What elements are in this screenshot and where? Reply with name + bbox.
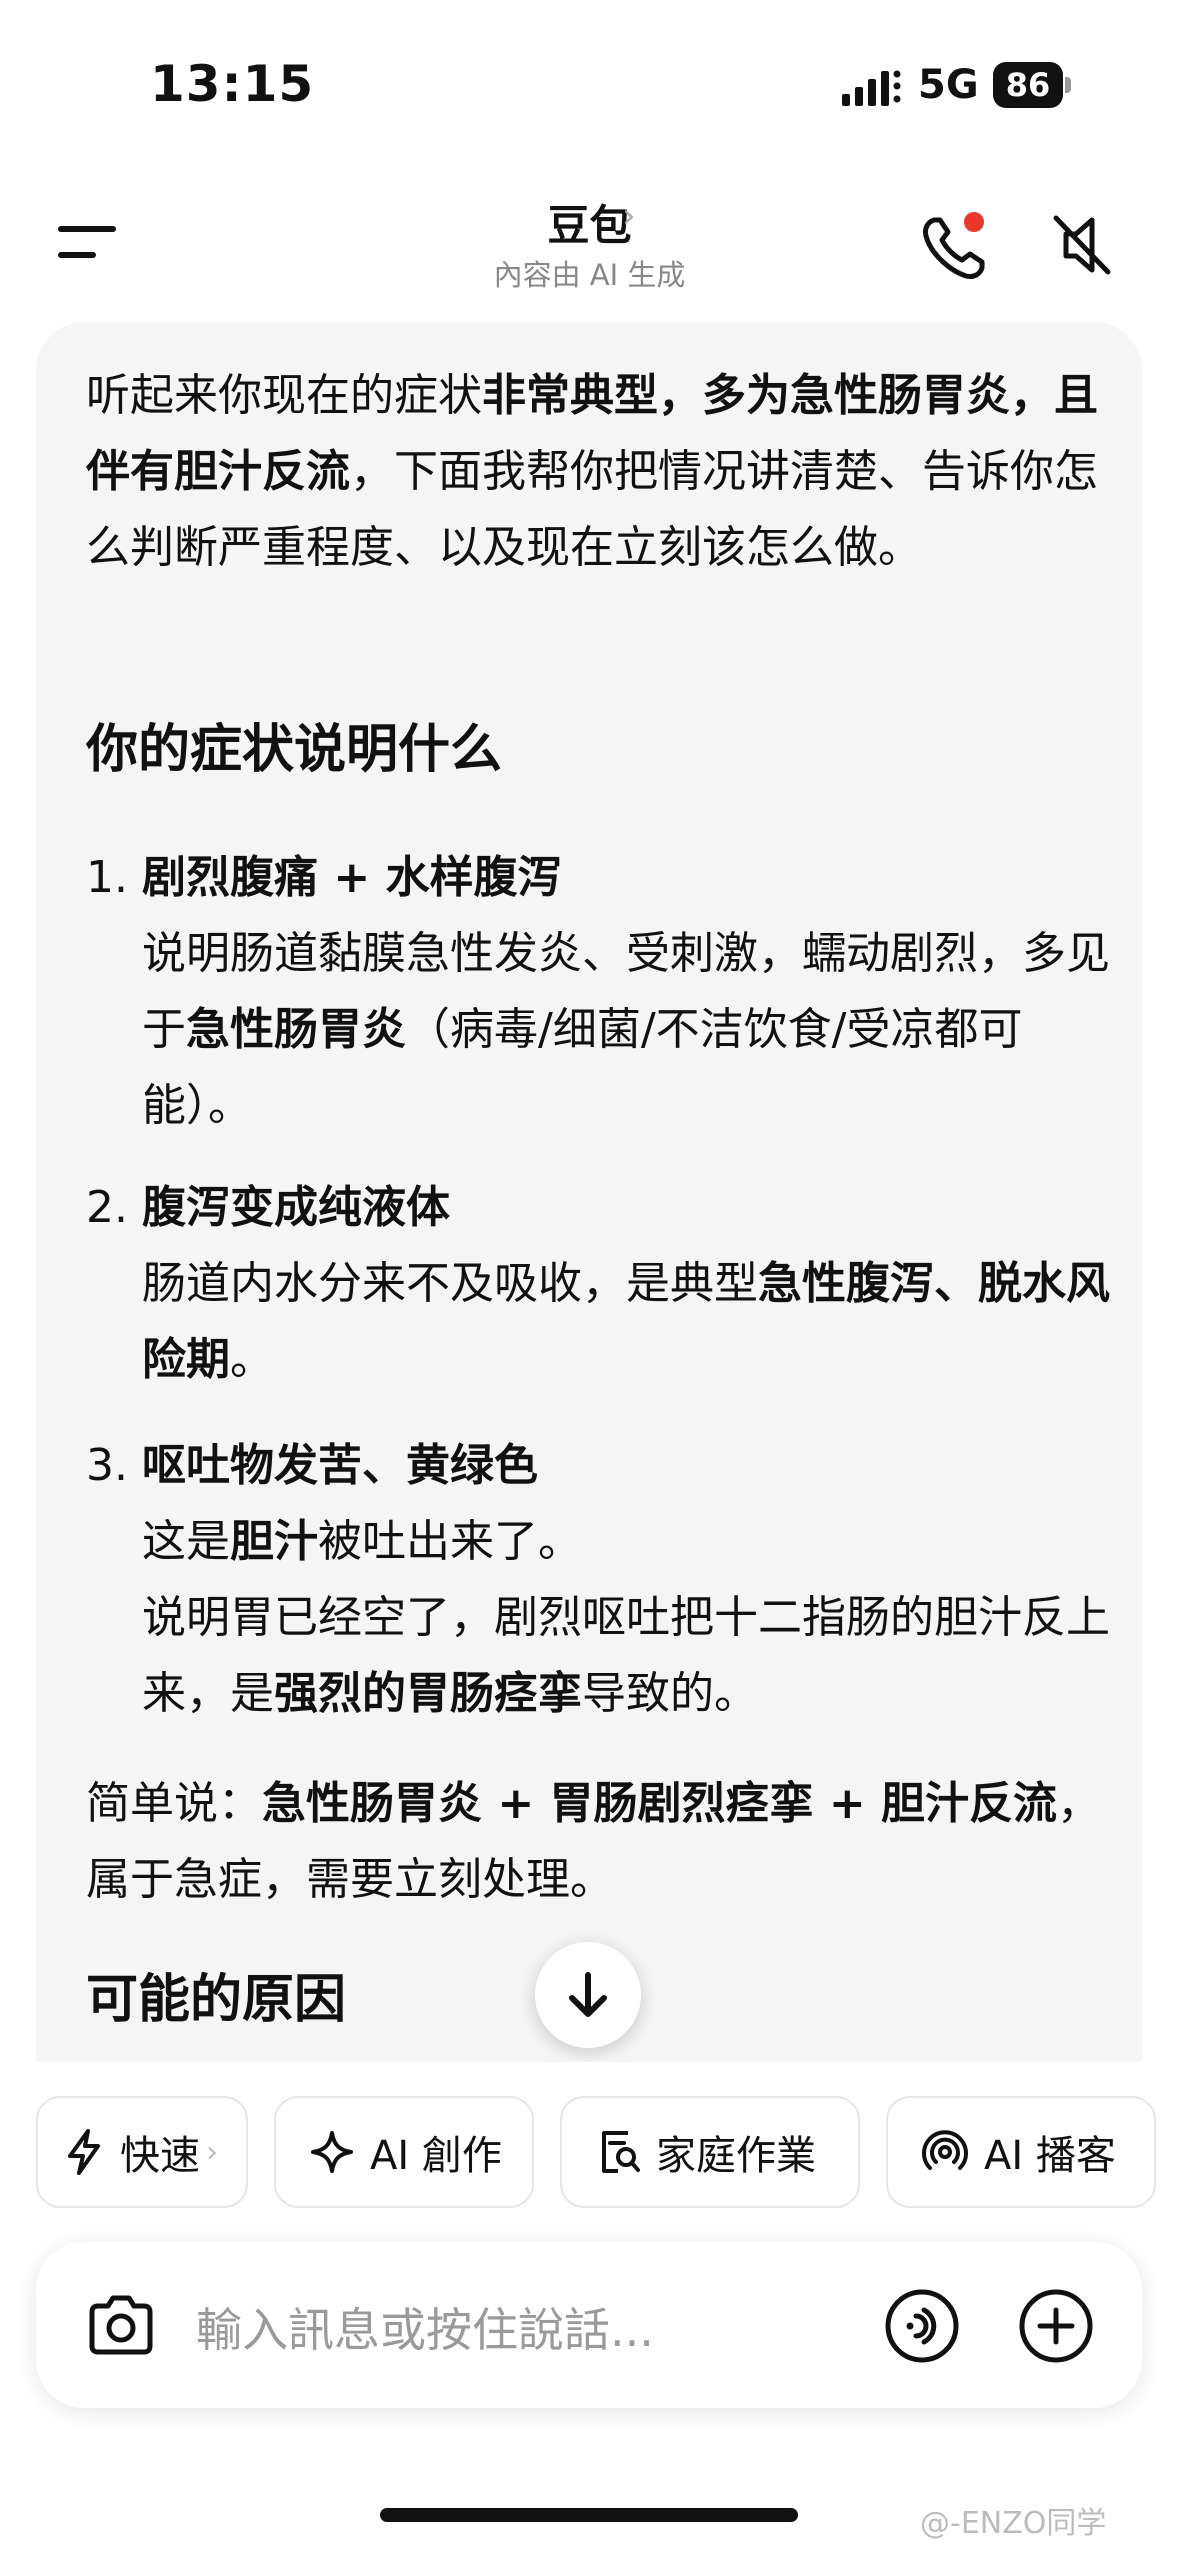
list-number: 3.	[86, 1440, 128, 1491]
list-item: 腹泻变成纯液体 肠道内水分来不及吸收，是典型急性腹泻、脱水风险期。	[142, 1170, 1132, 1398]
status-bar: 13:15 5G 86	[0, 0, 1179, 170]
arrow-down-icon	[569, 1972, 607, 2017]
chip-label: AI 播客	[984, 2133, 1116, 2179]
phone-call-icon[interactable]	[920, 210, 990, 282]
network-type: 5G	[918, 62, 979, 108]
message-input-bar[interactable]: 輸入訊息或按住說話...	[36, 2242, 1142, 2408]
chip-label: 快速	[120, 2133, 200, 2179]
chip-quick-mode[interactable]: 快速 ›	[36, 2096, 248, 2208]
scroll-to-bottom-button[interactable]	[535, 1942, 641, 2048]
list-item-text: 肠道内水分来不及吸收，是典型	[142, 1258, 758, 1309]
message-intro: 听起来你现在的症状非常典型，多为急性肠胃炎，且伴有胆汁反流，下面我帮你把情况讲清…	[86, 358, 1106, 586]
battery-level: 86	[993, 62, 1063, 108]
chat-header: 豆包 › 內容由 AI 生成	[0, 170, 1179, 320]
composer-area: 快速 › AI 創作 家庭作業 AI 播客 輸入訊息或按住說話...	[0, 2062, 1179, 2556]
voice-input-icon[interactable]	[882, 2286, 962, 2366]
watermark: @-ENZO同学	[920, 2506, 1107, 2541]
list-item-text: 导致的。	[582, 1668, 758, 1719]
chip-label: 家庭作業	[656, 2133, 816, 2179]
list-item-bold: 胆汁	[230, 1516, 318, 1567]
battery-icon: 86	[993, 62, 1071, 108]
list-item: 呕吐物发苦、黄绿色 这是胆汁被吐出来了。 说明胃已经空了，剧烈呕吐把十二指肠的胆…	[142, 1428, 1132, 1732]
sparkle-icon	[311, 2131, 353, 2173]
chip-label: AI 創作	[370, 2133, 502, 2179]
list-number: 2.	[86, 1182, 128, 1233]
list-item-bold: 强烈的胃肠痉挛	[274, 1668, 582, 1719]
message-summary: 简单说：急性肠胃炎 + 胃肠剧烈痉挛 + 胆汁反流，属于急症，需要立刻处理。	[86, 1766, 1106, 1918]
title-chevron-icon[interactable]: ›	[622, 196, 636, 236]
list-item-text: 这是	[142, 1516, 230, 1567]
message-input[interactable]: 輸入訊息或按住說話...	[196, 2294, 654, 2360]
podcast-icon	[922, 2130, 968, 2170]
intro-text: 听起来你现在的症状	[86, 370, 482, 421]
list-number: 1.	[86, 852, 128, 903]
camera-icon[interactable]	[84, 2288, 158, 2362]
list-item-title: 腹泻变成纯液体	[142, 1182, 450, 1233]
chat-title-wrap[interactable]: 豆包	[0, 192, 1179, 253]
assistant-message: 听起来你现在的症状非常典型，多为急性肠胃炎，且伴有胆汁反流，下面我帮你把情况讲清…	[36, 322, 1142, 2062]
section-title-symptoms: 你的症状说明什么	[86, 720, 503, 780]
list-item-text: 。	[230, 1334, 274, 1385]
list-item-title: 呕吐物发苦、黄绿色	[142, 1440, 538, 1491]
list-item-title: 剧烈腹痛 + 水样腹泻	[142, 852, 562, 903]
homework-icon	[602, 2131, 640, 2173]
battery-cap	[1065, 77, 1071, 93]
plus-icon[interactable]	[1016, 2286, 1096, 2366]
summary-bold: 急性肠胃炎 + 胃肠剧烈痉挛 + 胆汁反流	[262, 1778, 1058, 1829]
home-indicator[interactable]	[380, 2508, 798, 2522]
chat-title[interactable]: 豆包	[547, 201, 631, 250]
quick-actions: 快速 › AI 創作 家庭作業 AI 播客	[36, 2096, 1179, 2208]
summary-text: 简单说：	[86, 1778, 262, 1829]
chevron-right-icon: ›	[206, 2134, 218, 2170]
chip-ai-podcast[interactable]: AI 播客	[886, 2096, 1156, 2208]
ai-generated-note: 內容由 AI 生成	[493, 258, 686, 292]
signal-icon	[842, 70, 901, 106]
list-item-bold: 急性肠胃炎	[186, 1004, 406, 1055]
lightning-icon	[68, 2129, 100, 2175]
list-item-text: 被吐出来了。	[318, 1516, 582, 1567]
list-item: 剧烈腹痛 + 水样腹泻 说明肠道黏膜急性发炎、受刺激，蠕动剧烈，多见于急性肠胃炎…	[142, 840, 1132, 1144]
chip-homework[interactable]: 家庭作業	[560, 2096, 860, 2208]
speaker-muted-icon[interactable]	[1050, 212, 1114, 278]
status-time: 13:15	[150, 55, 315, 113]
chip-ai-create[interactable]: AI 創作	[274, 2096, 534, 2208]
